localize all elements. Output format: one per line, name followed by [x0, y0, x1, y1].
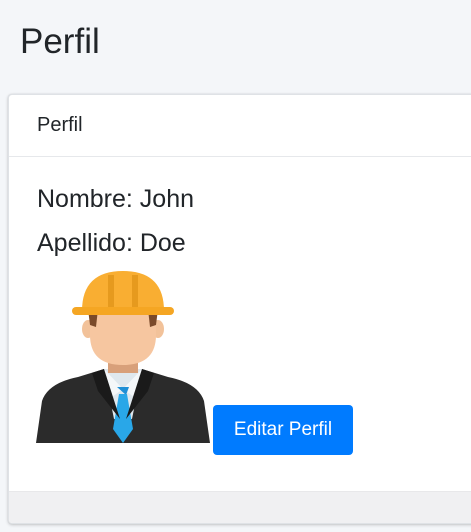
page-title: Perfil: [20, 22, 100, 61]
card-body: Nombre: John Apellido: Doe Editar Perfil: [9, 157, 471, 491]
profile-card: Perfil Nombre: John Apellido: Doe Editar…: [8, 94, 471, 524]
lastname-line: Apellido: Doe: [37, 229, 186, 257]
edit-profile-button[interactable]: Editar Perfil: [213, 405, 353, 455]
name-line: Nombre: John: [37, 185, 195, 213]
card-header-title: Perfil: [37, 114, 83, 136]
page: Perfil Perfil Nombre: John Apellido: Doe: [0, 0, 471, 532]
worker-avatar-icon: [36, 271, 210, 443]
card-footer: [9, 491, 471, 523]
card-header: Perfil: [9, 95, 471, 157]
